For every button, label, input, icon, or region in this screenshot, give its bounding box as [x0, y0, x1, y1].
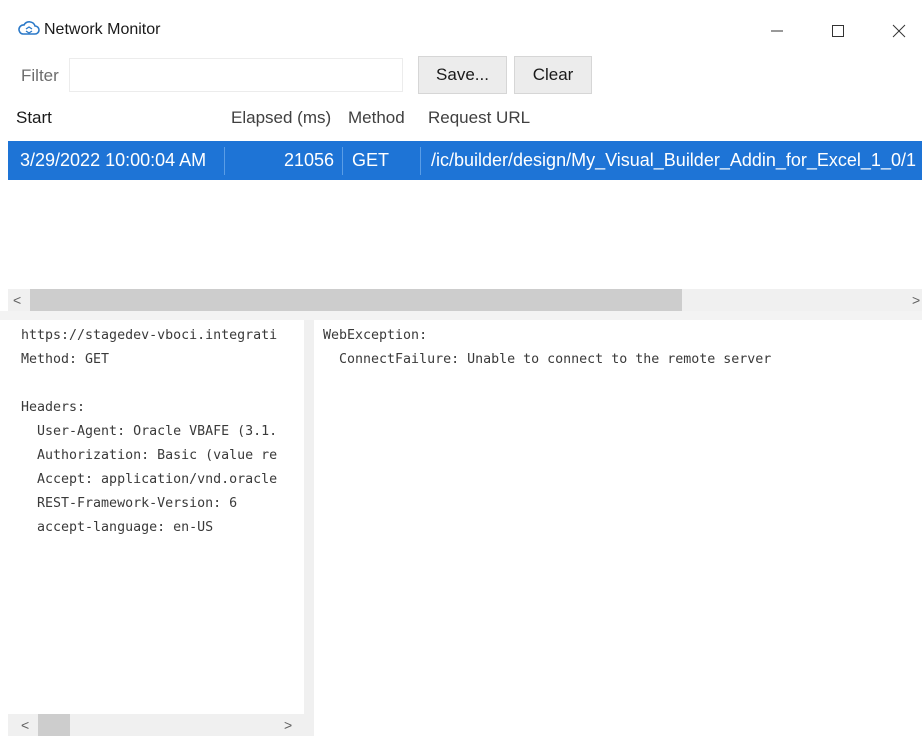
cell-elapsed: 21056 — [283, 150, 334, 170]
cloud-icon — [18, 20, 40, 38]
minimize-icon — [771, 30, 783, 32]
cell-request-url: /ic/builder/design/My_Visual_Builder_Add… — [431, 150, 916, 170]
cell-separator — [342, 147, 343, 175]
table-horizontal-scrollbar[interactable]: < > — [8, 289, 922, 311]
clear-button[interactable]: Clear — [514, 56, 592, 94]
window-title: Network Monitor — [44, 21, 161, 38]
column-header-request-url[interactable]: Request URL — [428, 108, 530, 128]
column-header-elapsed[interactable]: Elapsed (ms) — [231, 108, 331, 128]
save-button[interactable]: Save... — [418, 56, 507, 94]
cell-separator — [224, 147, 225, 175]
title-bar: Network Monitor — [0, 0, 922, 58]
close-icon — [892, 24, 906, 38]
scrollbar-thumb[interactable] — [38, 714, 70, 736]
response-details-pane[interactable]: WebException: ConnectFailure: Unable to … — [314, 320, 922, 736]
cell-method: GET — [352, 150, 390, 170]
table-row[interactable]: 3/29/2022 10:00:04 AM 21056 GET /ic/buil… — [8, 141, 922, 180]
minimize-button[interactable] — [754, 12, 800, 50]
maximize-button[interactable] — [815, 12, 861, 50]
filter-label: Filter — [21, 66, 59, 85]
filter-input[interactable] — [69, 58, 403, 92]
scroll-right-icon[interactable]: > — [912, 289, 920, 311]
scrollbar-thumb[interactable] — [30, 289, 682, 311]
request-details-horizontal-scrollbar[interactable]: < > — [8, 714, 304, 736]
maximize-icon — [832, 25, 844, 37]
request-details-pane[interactable]: https://stagedev-vboci.integrati Method:… — [8, 320, 304, 736]
cell-separator — [420, 147, 421, 175]
scroll-left-icon[interactable]: < — [13, 289, 21, 311]
scroll-left-icon[interactable]: < — [21, 714, 29, 736]
column-header-method[interactable]: Method — [348, 108, 405, 128]
column-header-start[interactable]: Start — [16, 108, 52, 128]
request-details-text: https://stagedev-vboci.integrati Method:… — [21, 328, 278, 535]
horizontal-splitter[interactable] — [0, 311, 922, 320]
cell-start: 3/29/2022 10:00:04 AM — [20, 150, 207, 170]
close-button[interactable] — [876, 12, 922, 50]
vertical-splitter[interactable] — [304, 320, 314, 736]
response-details-text: WebException: ConnectFailure: Unable to … — [323, 328, 772, 367]
scroll-right-icon[interactable]: > — [284, 714, 292, 736]
